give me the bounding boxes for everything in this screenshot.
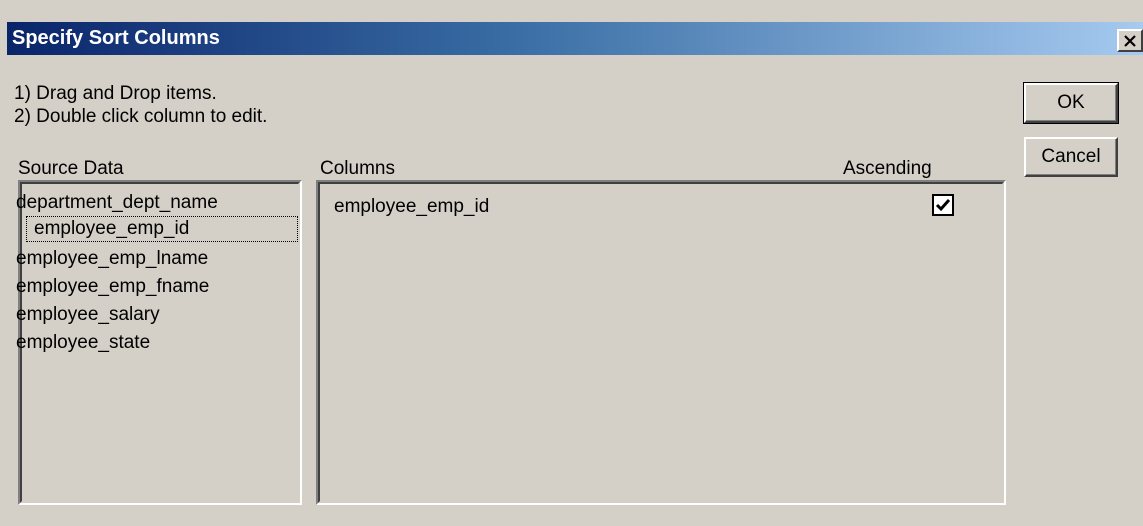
sort-columns-dialog: Specify Sort Columns 1) Drag and Drop it… [0,0,1143,526]
list-item[interactable]: department_dept_name [12,190,222,216]
list-item[interactable]: employee_emp_lname [12,246,212,272]
sort-columns-list[interactable] [316,180,1006,505]
instruction-drag-drop: 1) Drag and Drop items. [14,83,217,104]
close-button[interactable] [1117,29,1143,52]
list-item[interactable]: employee_state [12,330,154,356]
instruction-double-click: 2) Double click column to edit. [14,106,268,127]
columns-label: Columns [320,158,395,179]
ok-button[interactable]: OK [1023,82,1119,124]
title-bar[interactable]: Specify Sort Columns [7,22,1143,55]
cancel-button[interactable]: Cancel [1024,137,1118,177]
sort-column-name[interactable]: employee_emp_id [334,196,489,218]
ascending-label: Ascending [843,158,932,179]
list-item[interactable]: employee_salary [12,302,164,328]
dialog-title: Specify Sort Columns [12,27,220,49]
list-item[interactable]: employee_emp_fname [12,274,213,300]
checkmark-icon [935,199,951,212]
source-data-label: Source Data [18,158,124,179]
close-icon [1124,34,1136,47]
list-item[interactable]: employee_emp_id [26,216,298,242]
ascending-checkbox[interactable] [932,194,954,216]
